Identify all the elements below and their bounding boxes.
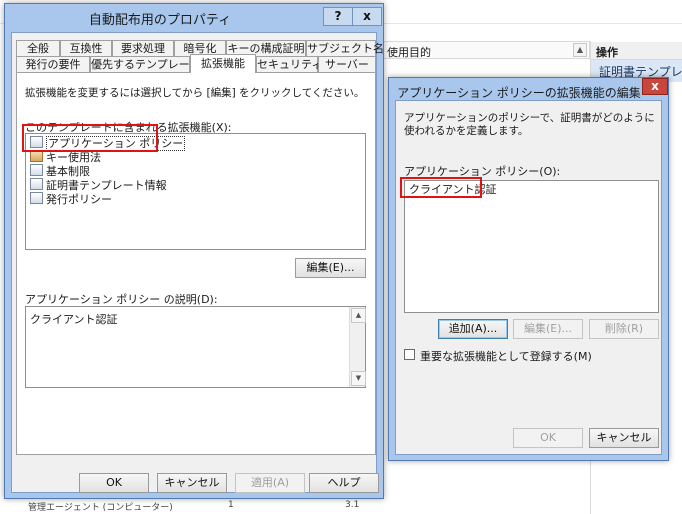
tab-superseded-templates[interactable]: 優先するテンプレート bbox=[90, 56, 201, 72]
highlight-client-auth bbox=[400, 177, 482, 198]
tab-compatibility[interactable]: 互換性 bbox=[60, 40, 112, 56]
edit-extension-button[interactable]: 編集(E)... bbox=[295, 258, 366, 278]
description-text: クライアント認証 bbox=[30, 313, 118, 326]
tab-extensions[interactable]: 拡張機能 bbox=[190, 54, 256, 73]
critical-extension-label: 重要な拡張機能として登録する(M) bbox=[420, 350, 592, 363]
background-row-num1: 1 bbox=[228, 500, 234, 510]
description-scrollbar[interactable]: ▲ ▼ bbox=[349, 307, 366, 387]
extension-icon bbox=[30, 164, 43, 176]
properties-help-button[interactable]: ヘルプ bbox=[309, 473, 379, 493]
background-row-text: 管理エージェント (コンピューター) bbox=[28, 503, 173, 513]
highlight-application-policy bbox=[22, 124, 158, 152]
edit-extension-dialog: アプリケーション ポリシーの拡張機能の編集 x アプリケーションのポリシーで、証… bbox=[388, 77, 669, 461]
properties-title: 自動配布用のプロパティ bbox=[88, 13, 232, 28]
extension-icon bbox=[30, 192, 43, 204]
edit-dialog-ok-button[interactable]: OK bbox=[513, 428, 583, 448]
tab-general[interactable]: 全般 bbox=[16, 40, 60, 56]
scroll-down-icon[interactable]: ▼ bbox=[351, 371, 366, 386]
properties-ok-button[interactable]: OK bbox=[79, 473, 149, 493]
column-scroll-up-icon[interactable]: ▲ bbox=[573, 43, 587, 57]
tab-security[interactable]: セキュリティ bbox=[256, 56, 322, 72]
scroll-up-icon[interactable]: ▲ bbox=[351, 308, 366, 323]
close-title-button[interactable]: x bbox=[352, 7, 382, 26]
tab-request-handling[interactable]: 要求処理 bbox=[112, 40, 174, 56]
properties-apply-button[interactable]: 適用(A) bbox=[235, 473, 305, 493]
description-textbox[interactable]: クライアント認証 ▲ ▼ bbox=[25, 306, 366, 388]
extension-icon bbox=[30, 178, 43, 190]
extension-item-basic-constraints[interactable]: 基本制限 bbox=[30, 164, 90, 178]
background-list-row: 管理エージェント (コンピューター) 1 3.1 bbox=[0, 500, 590, 514]
close-icon: x bbox=[363, 9, 371, 23]
edit-dialog-client: アプリケーションのポリシーで、証明書がどのように使われるかを定義します。 アプリ… bbox=[395, 100, 662, 455]
critical-extension-checkbox[interactable] bbox=[404, 349, 415, 360]
extension-item-issuance-policy[interactable]: 発行ポリシー bbox=[30, 192, 112, 206]
column-header-label: 使用目的 bbox=[387, 46, 431, 59]
help-title-button[interactable]: ? bbox=[323, 7, 353, 26]
description-label: アプリケーション ポリシー の説明(D): bbox=[25, 293, 218, 306]
edit-dialog-close-button[interactable]: x bbox=[642, 78, 668, 95]
edit-dialog-cancel-button[interactable]: キャンセル bbox=[589, 428, 659, 448]
properties-window: 自動配布用のプロパティ ? x 全般 互換性 要求処理 暗号化 キーの構成証明 … bbox=[4, 3, 384, 499]
background-row-num2: 3.1 bbox=[345, 500, 360, 510]
instruction-text: 拡張機能を変更するには選択してから [編集] をクリックしてください。 bbox=[25, 87, 365, 99]
column-header-purpose[interactable]: 使用目的 bbox=[382, 41, 590, 59]
edit-dialog-title: アプリケーション ポリシーの拡張機能の編集 bbox=[397, 86, 641, 100]
question-icon: ? bbox=[334, 9, 342, 23]
add-policy-button[interactable]: 追加(A)... bbox=[438, 319, 508, 339]
tab-subject-name[interactable]: サブジェクト名 bbox=[306, 40, 384, 56]
properties-cancel-button[interactable]: キャンセル bbox=[157, 473, 227, 493]
edit-dialog-description: アプリケーションのポリシーで、証明書がどのように使われるかを定義します。 bbox=[404, 112, 655, 137]
edit-policy-button[interactable]: 編集(E)... bbox=[513, 319, 583, 339]
remove-policy-button[interactable]: 削除(R) bbox=[589, 319, 659, 339]
properties-client: 全般 互換性 要求処理 暗号化 キーの構成証明 サブジェクト名 発行の要件 優先… bbox=[11, 32, 384, 493]
tab-issuance-requirements[interactable]: 発行の要件 bbox=[16, 56, 90, 72]
close-icon: x bbox=[651, 79, 659, 93]
operations-title: 操作 bbox=[591, 42, 682, 60]
extension-item-template-info[interactable]: 証明書テンプレート情報 bbox=[30, 178, 167, 192]
tab-server[interactable]: サーバー bbox=[318, 56, 376, 72]
policy-listbox[interactable]: クライアント認証 bbox=[404, 180, 659, 313]
